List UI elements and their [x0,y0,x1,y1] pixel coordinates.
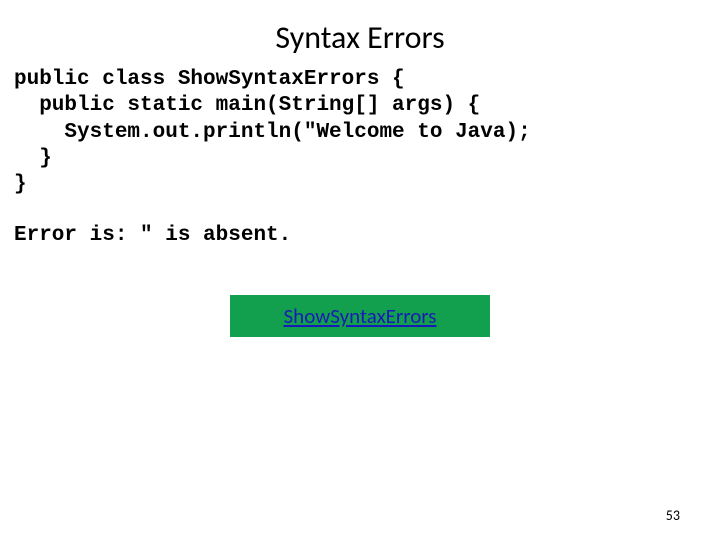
slide-title: Syntax Errors [0,0,720,67]
page-number: 53 [666,507,680,524]
show-syntax-errors-button[interactable]: ShowSyntaxErrors [230,295,490,337]
error-message: Error is: " is absent. [0,224,720,247]
code-snippet: public class ShowSyntaxErrors { public s… [0,67,720,198]
button-label: ShowSyntaxErrors [284,303,437,329]
button-container: ShowSyntaxErrors [0,295,720,337]
